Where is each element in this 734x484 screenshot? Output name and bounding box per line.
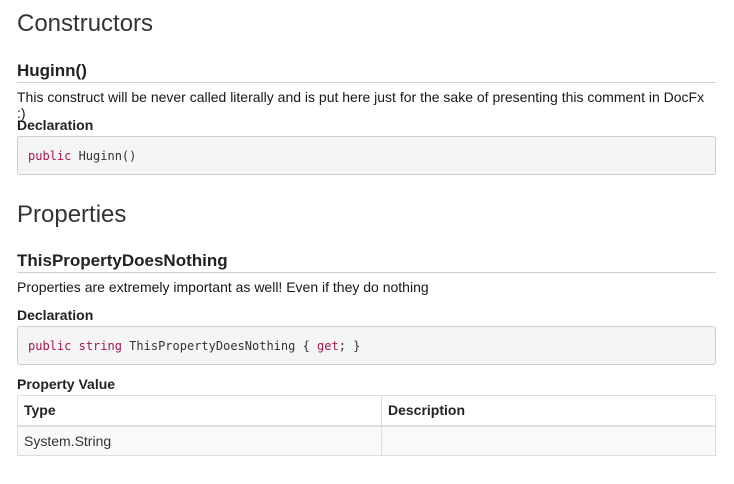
constructor-summary: This construct will be never called lite…	[17, 89, 705, 121]
constructors-section-title: Constructors	[17, 10, 154, 37]
property-declaration-label: Declaration	[17, 307, 94, 323]
property-code: public string ThisPropertyDoesNothing { …	[28, 338, 361, 353]
table-header-row: Type Description	[17, 395, 716, 427]
property-code-block: public string ThisPropertyDoesNothing { …	[17, 326, 716, 365]
property-summary: Properties are extremely important as we…	[17, 279, 429, 295]
constructor-name-heading: Huginn()	[17, 61, 716, 83]
table-cell-type: System.String	[17, 425, 382, 456]
table-header-type: Type	[17, 395, 382, 427]
property-value-label: Property Value	[17, 376, 116, 392]
constructor-declaration-label: Declaration	[17, 117, 94, 133]
table-header-description: Description	[381, 395, 716, 427]
constructor-code: public Huginn()	[28, 148, 137, 163]
property-value-table: Type Description System.String	[17, 395, 716, 456]
constructor-code-block: public Huginn()	[17, 136, 716, 175]
property-name-heading: ThisPropertyDoesNothing	[17, 251, 716, 273]
table-row: System.String	[17, 425, 716, 456]
properties-section-title: Properties	[17, 201, 127, 228]
table-cell-description	[381, 425, 716, 456]
